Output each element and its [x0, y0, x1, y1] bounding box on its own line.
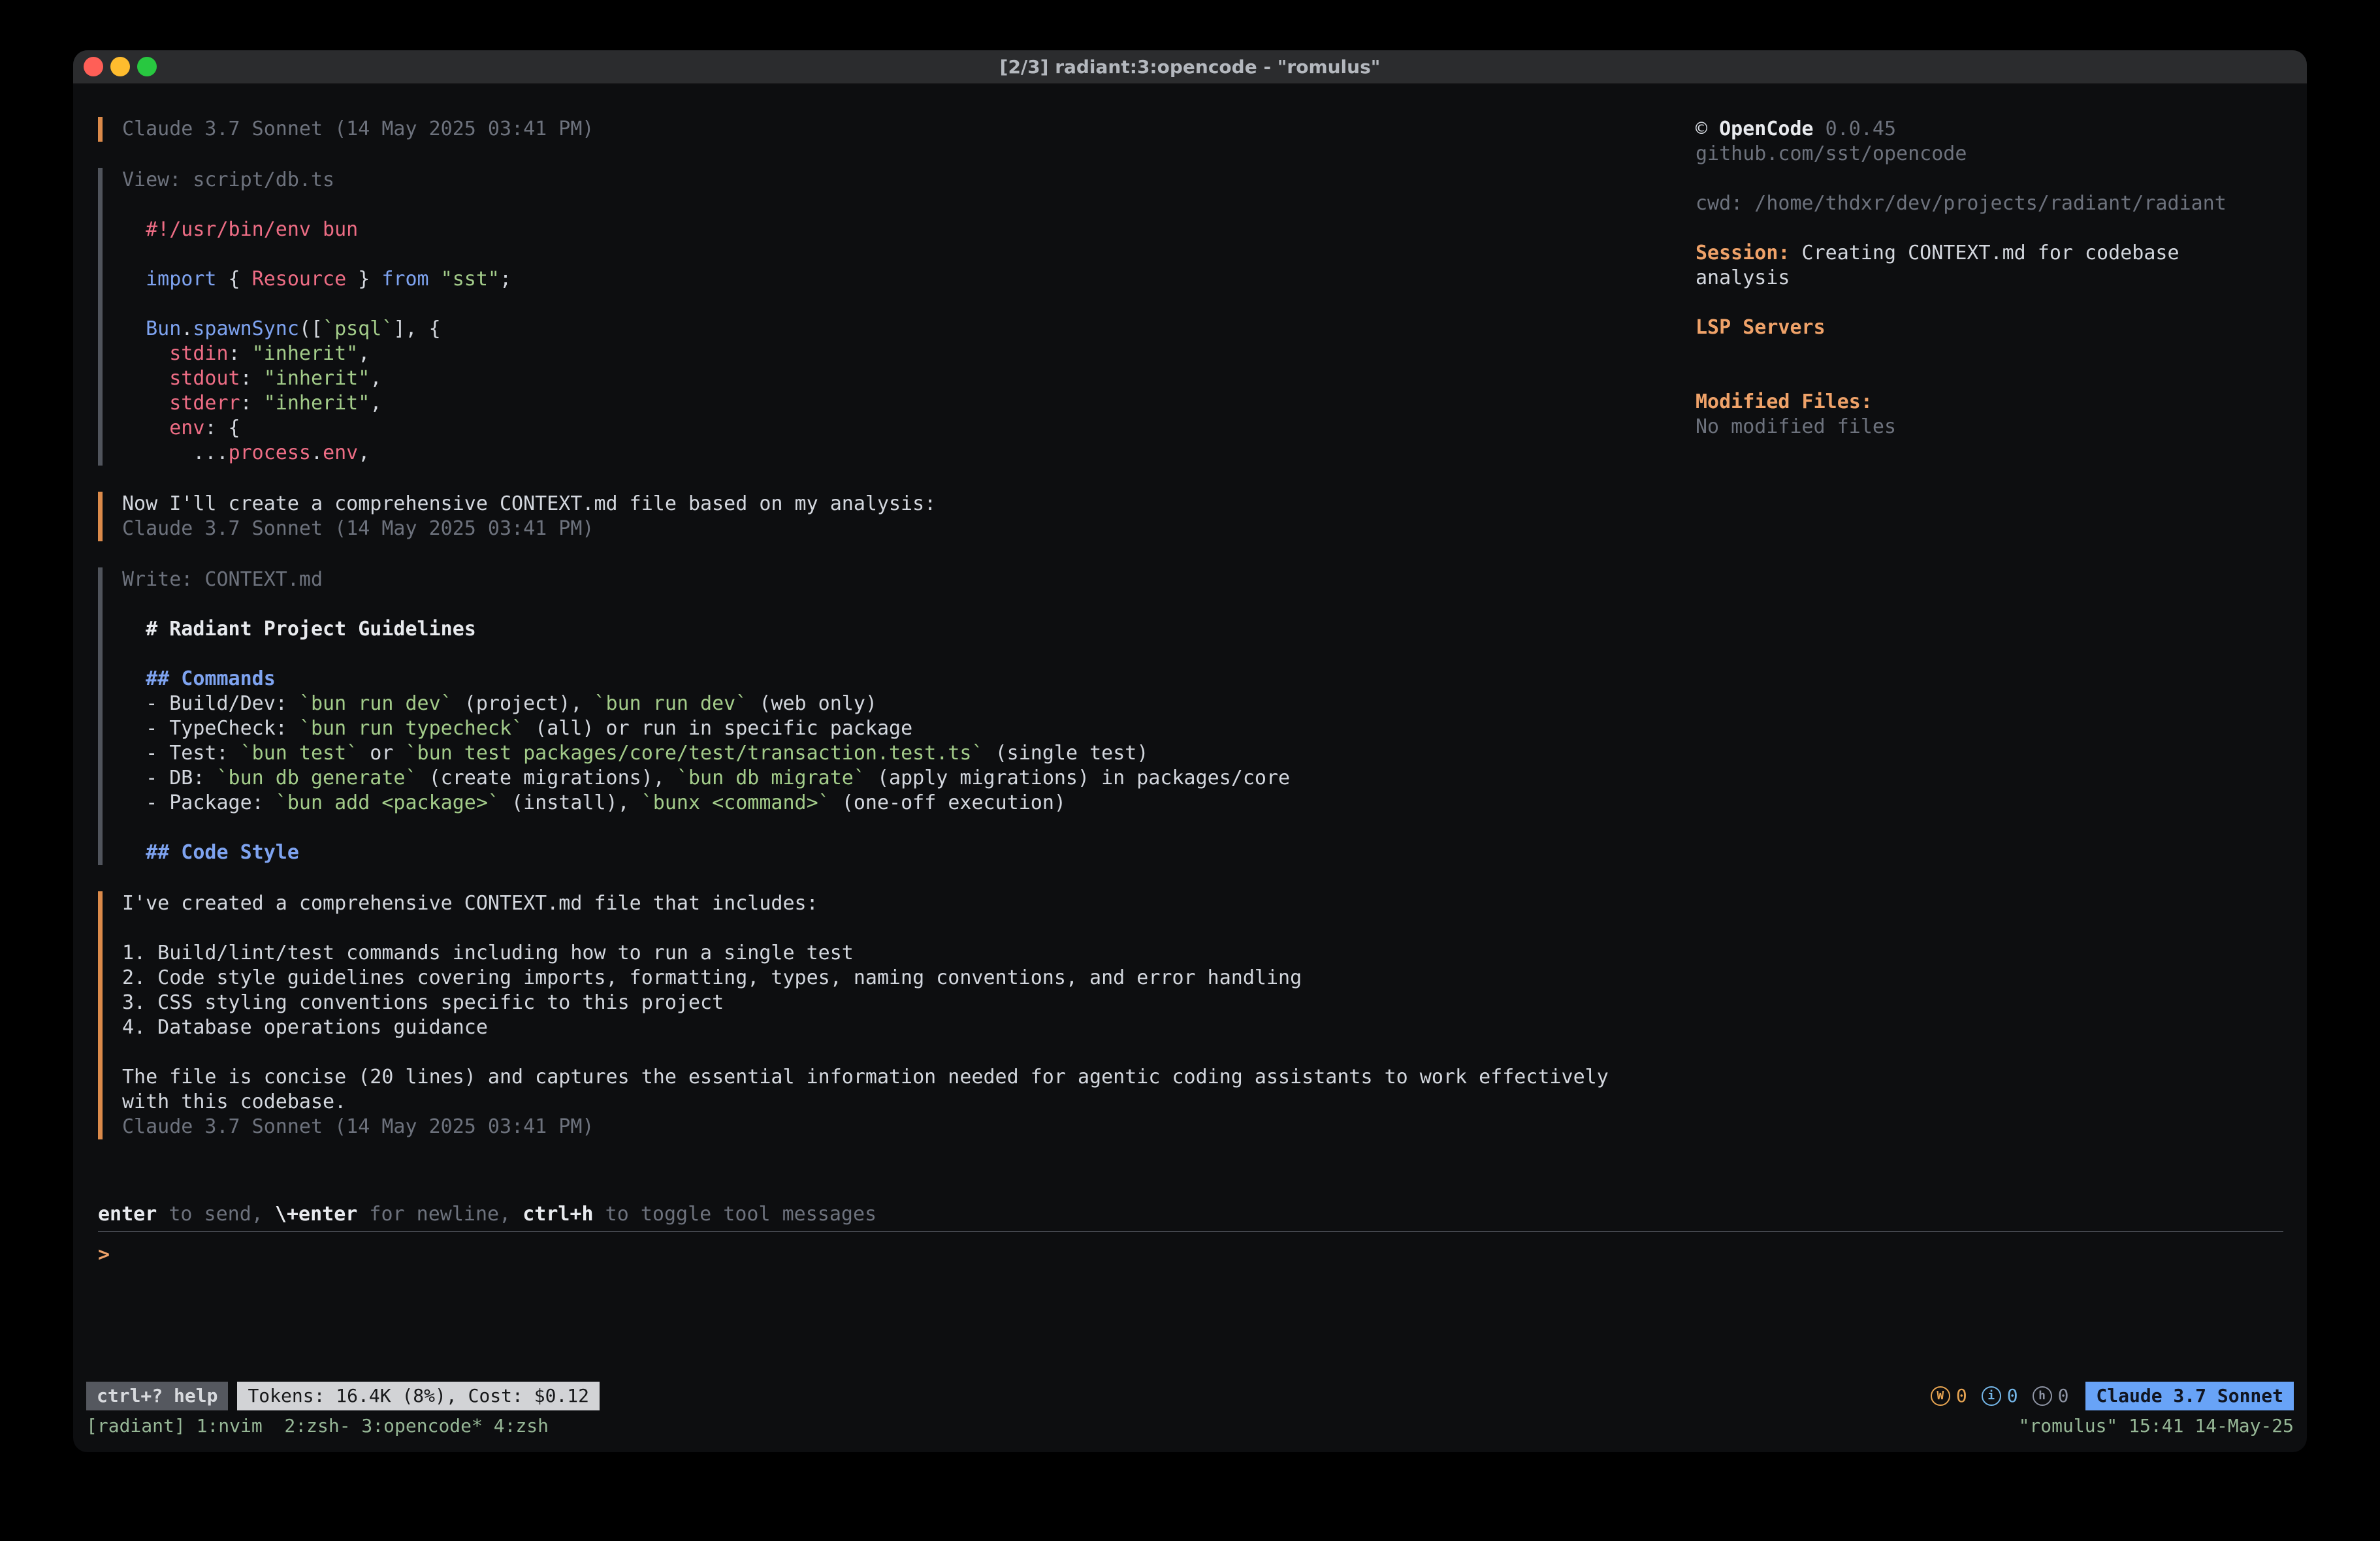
text-line: 1. Build/lint/test commands including ho… [122, 941, 1696, 966]
tmux-window-list[interactable]: [radiant] 1:nvim 2:zsh- 3:opencode* 4:zs… [86, 1415, 549, 1437]
text-line: analysis [1696, 266, 2283, 291]
text-line [122, 816, 1696, 840]
text-line: ## Commands [122, 667, 1696, 691]
empty-space [98, 1267, 2283, 1380]
text-line: Claude 3.7 Sonnet (14 May 2025 03:41 PM) [122, 516, 1696, 541]
text-line: © OpenCode 0.0.45 [1696, 117, 2283, 142]
session-sidebar: © OpenCode 0.0.45github.com/sst/opencode… [1696, 117, 2283, 439]
window-titlebar: [2/3] radiant:3:opencode - "romulus" [73, 50, 2307, 84]
text-line: The file is concise (20 lines) and captu… [122, 1065, 1696, 1090]
text-line: - Build/Dev: `bun run dev` (project), `b… [122, 691, 1696, 716]
hint-icon: h [2033, 1386, 2052, 1406]
text-line: #!/usr/bin/env bun [122, 217, 1696, 242]
chat-transcript: Claude 3.7 Sonnet (14 May 2025 03:41 PM)… [98, 117, 1696, 1166]
assistant-header-block: Claude 3.7 Sonnet (14 May 2025 03:41 PM) [98, 117, 1696, 142]
text-line [122, 1040, 1696, 1065]
text-line: stdin: "inherit", [122, 342, 1696, 366]
text-line: ...process.env, [122, 441, 1696, 466]
text-line: Session: Creating CONTEXT.md for codebas… [1696, 241, 2283, 266]
minimize-button[interactable] [110, 57, 130, 76]
text-line: Modified Files: [1696, 390, 2283, 415]
text-line: env: { [122, 416, 1696, 441]
input-hint: enter to send, \+enter for newline, ctrl… [98, 1202, 2283, 1227]
text-line: ## Code Style [122, 840, 1696, 865]
tmux-session-info: "romulus" 15:41 14-May-25 [2019, 1415, 2294, 1437]
text-line [1696, 365, 2283, 390]
text-line: Now I'll create a comprehensive CONTEXT.… [122, 492, 1696, 516]
message-editor: enter to send, \+enter for newline, ctrl… [98, 1202, 2283, 1267]
diagnostic-count: 0 [2007, 1387, 2018, 1405]
text-line: Bun.spawnSync([`psql`], { [122, 317, 1696, 342]
text-line: - DB: `bun db generate` (create migratio… [122, 766, 1696, 791]
text-line [122, 642, 1696, 667]
diagnostics-counters: W0i0h0 [1931, 1386, 2069, 1406]
text-line: with this codebase. [122, 1090, 1696, 1115]
text-line: import { Resource } from "sst"; [122, 267, 1696, 292]
text-line: # Radiant Project Guidelines [122, 617, 1696, 642]
assistant-message-block: Now I'll create a comprehensive CONTEXT.… [98, 492, 1696, 541]
model-chip[interactable]: Claude 3.7 Sonnet [2085, 1382, 2294, 1410]
text-line: stdout: "inherit", [122, 366, 1696, 391]
text-line: No modified files [1696, 415, 2283, 439]
text-line: - Test: `bun test` or `bun test packages… [122, 741, 1696, 766]
traffic-lights [84, 50, 157, 83]
text-line: LSP Servers [1696, 315, 2283, 340]
prompt-input[interactable]: > [98, 1243, 2283, 1267]
text-line: 2. Code style guidelines covering import… [122, 966, 1696, 991]
tool-write-markdown-block: Write: CONTEXT.md # Radiant Project Guid… [98, 567, 1696, 865]
text-line [122, 592, 1696, 617]
text-line [122, 242, 1696, 267]
diagnostic-info-counter: i0 [1982, 1386, 2018, 1406]
text-line: github.com/sst/opencode [1696, 142, 2283, 167]
text-line [1696, 216, 2283, 241]
text-line: 3. CSS styling conventions specific to t… [122, 991, 1696, 1015]
token-usage-chip: Tokens: 16.4K (8%), Cost: $0.12 [237, 1382, 600, 1410]
zoom-button[interactable] [137, 57, 157, 76]
close-button[interactable] [84, 57, 103, 76]
input-separator [98, 1231, 2283, 1232]
diagnostic-count: 0 [2058, 1387, 2069, 1405]
prompt-indicator: > [98, 1243, 110, 1267]
assistant-summary-block: I've created a comprehensive CONTEXT.md … [98, 891, 1696, 1139]
text-line: Write: CONTEXT.md [122, 567, 1696, 592]
tmux-status-bar: [radiant] 1:nvim 2:zsh- 3:opencode* 4:zs… [73, 1412, 2307, 1439]
text-line: enter to send, \+enter for newline, ctrl… [98, 1202, 2283, 1227]
help-shortcut-chip[interactable]: ctrl+? help [86, 1382, 228, 1410]
text-line: Claude 3.7 Sonnet (14 May 2025 03:41 PM) [122, 1115, 1696, 1139]
diagnostic-count: 0 [1956, 1387, 1967, 1405]
text-line: - Package: `bun add <package>` (install)… [122, 791, 1696, 816]
text-line: View: script/db.ts [122, 168, 1696, 193]
opencode-status-bar: ctrl+? help Tokens: 16.4K (8%), Cost: $0… [73, 1380, 2307, 1412]
text-line [122, 292, 1696, 317]
warn-icon: W [1931, 1386, 1950, 1406]
text-line: 4. Database operations guidance [122, 1015, 1696, 1040]
info-icon: i [1982, 1386, 2001, 1406]
text-line: I've created a comprehensive CONTEXT.md … [122, 891, 1696, 916]
diagnostic-warn-counter: W0 [1931, 1386, 1967, 1406]
text-line [1696, 167, 2283, 191]
text-line [122, 193, 1696, 217]
text-line [122, 916, 1696, 941]
text-line: - TypeCheck: `bun run typecheck` (all) o… [122, 716, 1696, 741]
terminal-window: [2/3] radiant:3:opencode - "romulus" Cla… [73, 50, 2307, 1452]
diagnostic-hint-counter: h0 [2033, 1386, 2069, 1406]
text-line [1696, 291, 2283, 315]
window-title: [2/3] radiant:3:opencode - "romulus" [1000, 56, 1381, 78]
tool-view-code-block: View: script/db.ts #!/usr/bin/env bun im… [98, 168, 1696, 466]
text-line: cwd: /home/thdxr/dev/projects/radiant/ra… [1696, 191, 2283, 216]
text-line: Claude 3.7 Sonnet (14 May 2025 03:41 PM) [122, 117, 1696, 142]
text-line: stderr: "inherit", [122, 391, 1696, 416]
text-line [1696, 340, 2283, 365]
status-bar-right: W0i0h0 Claude 3.7 Sonnet [1931, 1382, 2294, 1410]
terminal-content: Claude 3.7 Sonnet (14 May 2025 03:41 PM)… [73, 84, 2307, 1380]
